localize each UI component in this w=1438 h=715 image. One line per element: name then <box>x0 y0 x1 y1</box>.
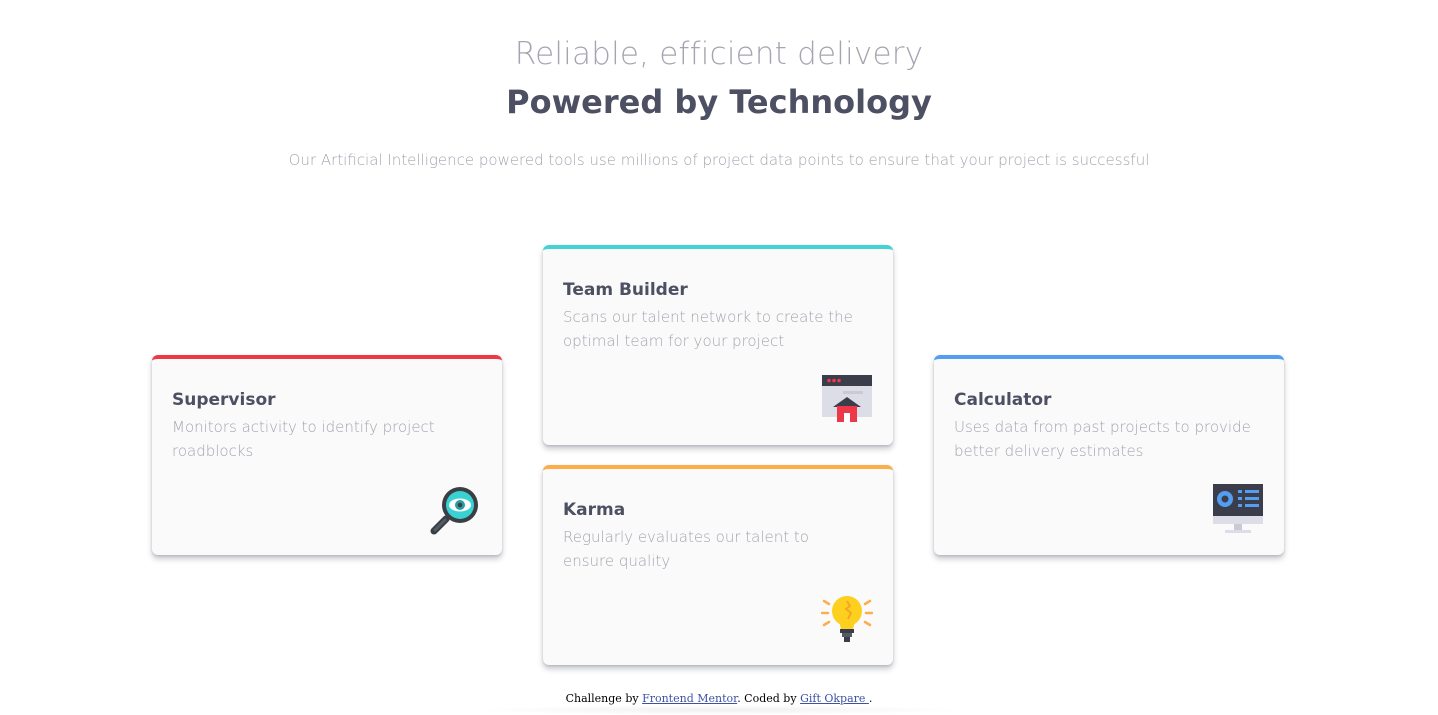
card-description: Monitors activity to identify project ro… <box>172 418 435 460</box>
browser-house-icon <box>821 373 873 425</box>
footer-shadow <box>470 705 968 715</box>
footer-middle: . Coded by <box>737 692 801 705</box>
monitor-chart-icon <box>1212 483 1264 535</box>
card-title: Team Builder <box>563 280 688 300</box>
subheading: Our Artificial Intelligence powered tool… <box>288 151 1150 169</box>
card-karma: Karma Regularly evaluates our talent to … <box>543 465 893 665</box>
frontend-mentor-link[interactable]: Frontend Mentor <box>642 692 737 705</box>
card-description: Uses data from past projects to provide … <box>954 418 1251 460</box>
footer-suffix: . <box>868 692 873 705</box>
card-calculator: Calculator Uses data from past projects … <box>934 355 1284 555</box>
headline-bold: Powered by Technology <box>506 83 932 121</box>
card-title: Supervisor <box>172 390 276 410</box>
magnifier-eye-icon <box>430 483 482 535</box>
attribution-footer: Challenge by Frontend Mentor. Coded by G… <box>0 692 1438 706</box>
header-section: Reliable, efficient delivery Powered by … <box>0 30 1438 170</box>
lightbulb-icon <box>820 593 874 645</box>
card-title: Calculator <box>954 390 1052 410</box>
author-link[interactable]: Gift Okpare <box>800 692 869 705</box>
card-description: Scans our talent network to create the o… <box>563 308 853 350</box>
card-description: Regularly evaluates our talent to ensure… <box>563 528 809 570</box>
card-title: Karma <box>563 500 626 520</box>
footer-prefix: Challenge by <box>565 692 643 705</box>
card-team-builder: Team Builder Scans our talent network to… <box>543 245 893 445</box>
headline-light: Reliable, efficient delivery <box>514 36 924 72</box>
card-supervisor: Supervisor Monitors activity to identify… <box>152 355 502 555</box>
